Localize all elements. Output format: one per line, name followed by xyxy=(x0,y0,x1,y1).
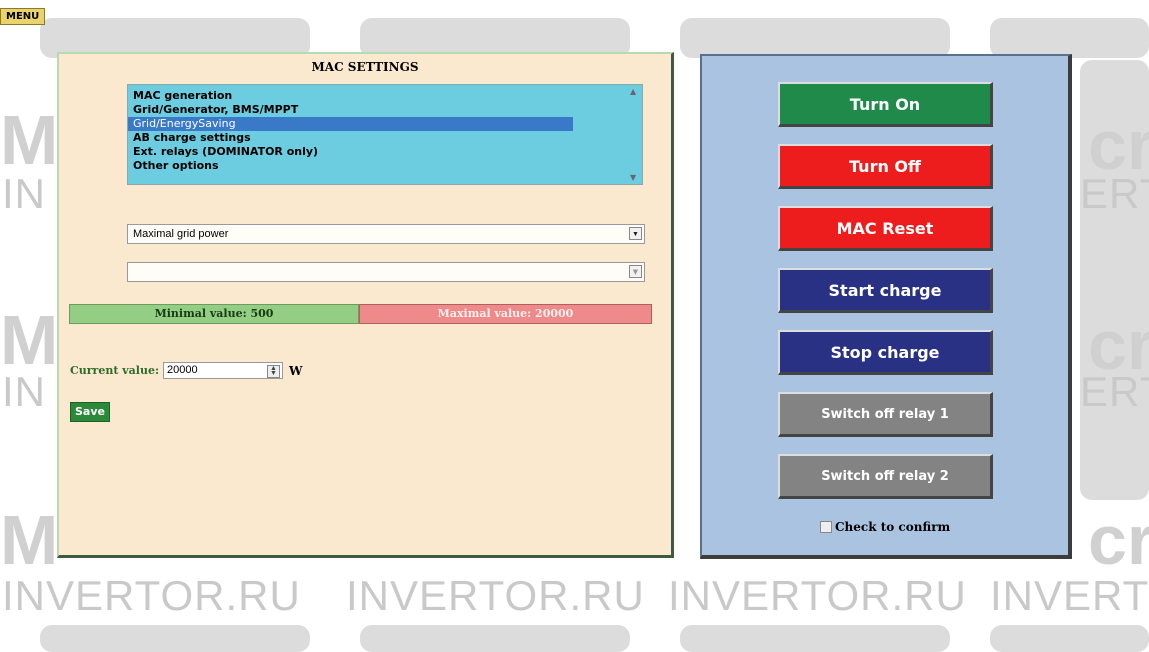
chevron-down-icon[interactable]: ▼ xyxy=(629,227,642,240)
parameter-select[interactable]: Maximal grid power ▼ xyxy=(127,224,645,244)
value-range-bar: Minimal value: 500 Maximal value: 20000 xyxy=(69,304,652,324)
spinner-icon[interactable]: ▲ ▼ xyxy=(267,365,281,378)
switch-off-relay-2-button[interactable]: Switch off relay 2 xyxy=(778,454,993,499)
list-item[interactable]: Grid/Generator, BMS/MPPT xyxy=(128,103,573,117)
list-item[interactable]: Other options xyxy=(128,159,573,173)
current-value-text: 20000 xyxy=(167,364,198,376)
stop-charge-button[interactable]: Stop charge xyxy=(778,330,993,375)
mac-settings-panel: MAC SETTINGS MAC generation Grid/Generat… xyxy=(57,52,674,558)
scroll-down-icon[interactable]: ▼ xyxy=(630,173,636,182)
watermark-text: INVERTOR.RU xyxy=(668,572,967,619)
list-item[interactable]: AB charge settings xyxy=(128,131,573,145)
watermark-shape xyxy=(40,625,310,652)
unit-label: W xyxy=(289,363,303,378)
min-value-label: Minimal value: 500 xyxy=(69,304,359,324)
settings-category-list[interactable]: MAC generation Grid/Generator, BMS/MPPT … xyxy=(127,84,643,185)
list-item[interactable]: MAC generation xyxy=(128,89,573,103)
watermark-shape xyxy=(680,625,950,652)
mac-reset-button[interactable]: MAC Reset xyxy=(778,206,993,251)
watermark-letter-m: M xyxy=(0,301,59,379)
watermark-letters: cr xyxy=(1088,106,1149,184)
watermark-shape xyxy=(990,18,1149,58)
list-scrollbar[interactable]: ▲ ▼ xyxy=(626,85,642,184)
watermark-text: INVERTOR.RU xyxy=(346,572,645,619)
list-item-selected[interactable]: Grid/EnergySaving xyxy=(128,117,573,131)
watermark-shape xyxy=(680,18,950,58)
watermark-text: INVERT xyxy=(990,572,1149,619)
secondary-select[interactable]: ▼ xyxy=(127,262,645,282)
watermark-letters: cr xyxy=(1088,501,1149,579)
confirm-checkbox[interactable] xyxy=(820,521,832,533)
watermark-letters: cr xyxy=(1088,306,1149,384)
switch-off-relay-1-button[interactable]: Switch off relay 1 xyxy=(778,392,993,437)
save-button[interactable]: Save xyxy=(70,402,110,422)
current-value-label: Current value: xyxy=(70,364,160,377)
chevron-down-icon[interactable]: ▼ xyxy=(629,265,642,278)
turn-off-button[interactable]: Turn Off xyxy=(778,144,993,189)
watermark-letter-m: M xyxy=(0,101,59,179)
watermark-shape xyxy=(360,625,630,652)
start-charge-button[interactable]: Start charge xyxy=(778,268,993,313)
control-panel: Turn On Turn Off MAC Reset Start charge … xyxy=(700,54,1072,559)
list-item[interactable]: Ext. relays (DOMINATOR only) xyxy=(128,145,573,159)
parameter-select-value: Maximal grid power xyxy=(133,228,229,240)
scroll-up-icon[interactable]: ▲ xyxy=(630,87,636,96)
confirm-label: Check to confirm xyxy=(835,520,951,534)
panel-title: MAC SETTINGS xyxy=(311,60,419,74)
watermark-text: INVERTOR.RU xyxy=(2,572,301,619)
current-value-row: Current value: 20000 ▲ ▼ W xyxy=(70,362,303,379)
max-value-label: Maximal value: 20000 xyxy=(359,304,652,324)
current-value-input[interactable]: 20000 ▲ ▼ xyxy=(163,362,284,379)
menu-button[interactable]: MENU xyxy=(0,8,46,25)
confirm-row: Check to confirm xyxy=(820,520,950,534)
turn-on-button[interactable]: Turn On xyxy=(778,82,993,127)
watermark-letter-m: M xyxy=(0,501,59,579)
watermark-shape xyxy=(990,625,1149,652)
